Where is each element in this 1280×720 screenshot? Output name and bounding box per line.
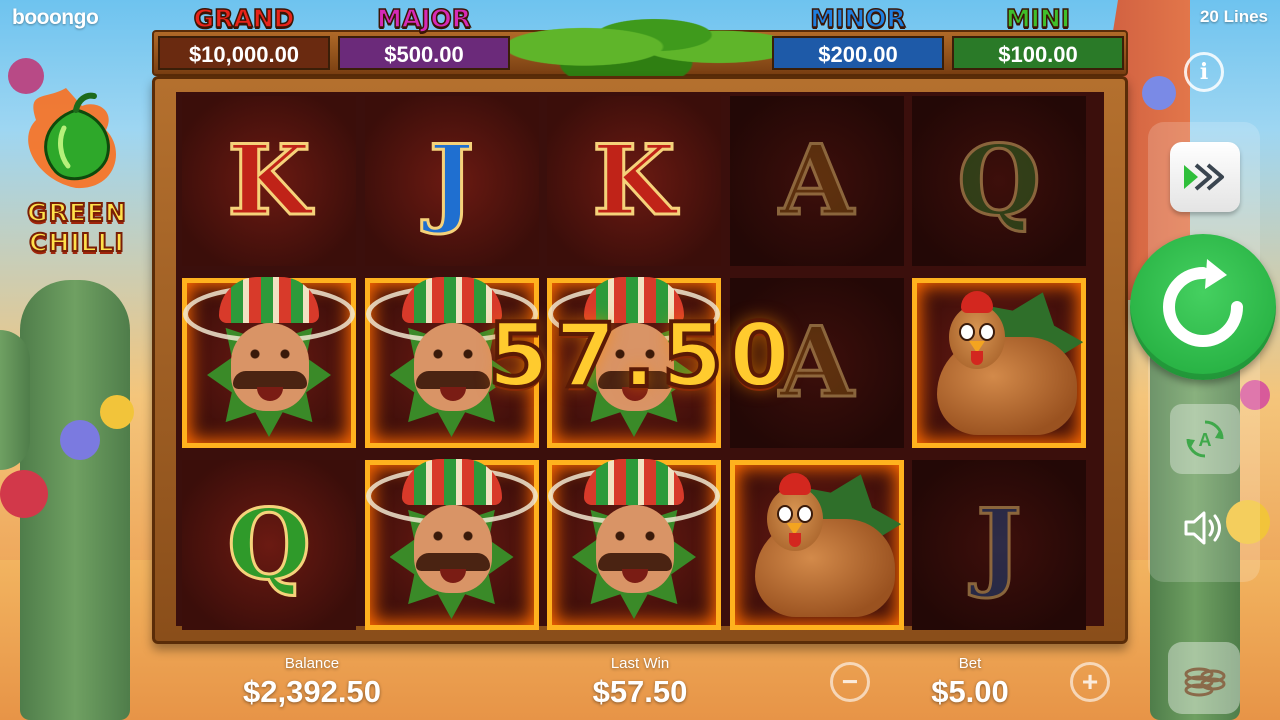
bet-value: $5.00 xyxy=(931,674,1009,709)
last-win-value: $57.50 xyxy=(592,674,688,709)
chicken-eye xyxy=(979,323,995,341)
chilli-pepper-icon xyxy=(28,88,117,189)
mexican-man-symbol xyxy=(365,459,538,625)
info-button[interactable]: i xyxy=(1184,52,1224,92)
bet-increase-button[interactable]: + xyxy=(1070,662,1110,702)
chicken-eye xyxy=(796,505,813,523)
balance-value: $2,392.50 xyxy=(243,674,381,709)
chicken-eye xyxy=(776,505,793,523)
balance-label: Balance xyxy=(284,655,340,672)
chilli-pile-decoration xyxy=(500,0,780,78)
speaker-icon xyxy=(1184,511,1221,545)
game-logo: GREEN CHILLI xyxy=(6,80,148,280)
cactus-arm xyxy=(0,330,30,470)
jackpot-minor: MINOR $200.00 xyxy=(772,3,944,72)
reel-cell: K xyxy=(182,96,356,266)
letter-symbol: A xyxy=(778,124,856,237)
win-amount-display: 57.50 xyxy=(486,302,797,409)
jackpot-mini: MINI $100.00 xyxy=(952,3,1124,72)
chicken-symbol xyxy=(737,465,897,625)
bet-display: Bet $5.00 xyxy=(880,654,1060,710)
letter-symbol: J xyxy=(975,488,1023,601)
chicken-eye xyxy=(959,323,975,341)
letter-symbol: Q xyxy=(956,124,1043,237)
bet-settings-button[interactable] xyxy=(1168,642,1240,714)
eyes xyxy=(245,349,295,359)
letter-symbol: K xyxy=(591,124,677,237)
letter-symbol: K xyxy=(226,124,312,237)
info-icon: i xyxy=(1199,59,1209,85)
spin-button[interactable] xyxy=(1130,234,1276,380)
plus-icon: + xyxy=(1081,666,1099,697)
jackpot-value: $500.00 xyxy=(338,36,510,70)
reel-cell xyxy=(729,460,904,630)
sombrero-top xyxy=(584,459,684,505)
mexican-man-symbol xyxy=(183,277,355,443)
jackpot-grand: GRAND $10,000.00 xyxy=(158,3,330,72)
reel-cell: Q xyxy=(182,460,356,630)
game-title: GREEN CHILLI xyxy=(6,197,148,258)
sound-button[interactable] xyxy=(1178,502,1230,554)
last-win-label: Last Win xyxy=(610,655,670,672)
jackpot-name: MAJOR xyxy=(376,3,472,34)
flower-decoration xyxy=(60,420,100,460)
flower-decoration xyxy=(100,395,134,429)
chicken-comb xyxy=(961,291,993,313)
reel-cell xyxy=(182,277,356,448)
reel-cell: J xyxy=(912,460,1086,630)
reel-cell: Q xyxy=(912,96,1086,266)
reel-cell xyxy=(547,459,721,630)
reel-cell: J xyxy=(364,96,539,266)
sombrero-top xyxy=(401,459,502,505)
letter-symbol: J xyxy=(427,124,475,237)
autoplay-button[interactable]: A xyxy=(1170,404,1240,474)
lines-count: 20 Lines xyxy=(1199,7,1268,26)
reel-cell xyxy=(912,278,1086,448)
autoplay-icon: A xyxy=(1186,420,1224,458)
chicken-symbol xyxy=(919,283,1079,443)
reel-cell xyxy=(364,459,539,630)
fast-forward-icon xyxy=(1184,163,1224,191)
chicken-wattle xyxy=(971,351,983,365)
mexican-man-symbol xyxy=(548,459,720,625)
game-title-line2: CHILLI xyxy=(28,227,125,258)
reel-cell: K xyxy=(547,96,721,266)
jackpot-value: $10,000.00 xyxy=(158,36,330,70)
game-title-line1: GREEN xyxy=(26,197,127,228)
eyes xyxy=(427,531,478,541)
bet-label: Bet xyxy=(958,655,982,672)
reel-cell: A xyxy=(729,96,904,266)
provider-logo: booongo xyxy=(12,6,99,29)
spin-refresh-icon xyxy=(1163,259,1243,347)
chicken-comb xyxy=(778,473,811,495)
jackpot-name: MINOR xyxy=(809,3,906,34)
balance-display: Balance $2,392.50 xyxy=(212,654,412,710)
jackpot-major: MAJOR $500.00 xyxy=(338,3,510,72)
flower-decoration xyxy=(1142,76,1176,110)
last-win-display: Last Win $57.50 xyxy=(540,654,740,710)
chicken-wattle xyxy=(788,533,801,547)
letter-symbol: Q xyxy=(226,488,313,601)
sombrero-top xyxy=(219,277,319,323)
jackpot-value: $100.00 xyxy=(952,36,1124,70)
minus-icon: − xyxy=(841,666,859,697)
coins-icon xyxy=(1184,667,1226,697)
turbo-button[interactable] xyxy=(1170,142,1240,212)
bet-decrease-button[interactable]: − xyxy=(830,662,870,702)
eyes xyxy=(610,531,660,541)
jackpot-value: $200.00 xyxy=(772,36,944,70)
jackpot-name: MINI xyxy=(1005,3,1071,34)
flower-decoration xyxy=(0,470,48,518)
autoplay-label: A xyxy=(1199,430,1212,450)
jackpot-name: GRAND xyxy=(193,3,295,34)
